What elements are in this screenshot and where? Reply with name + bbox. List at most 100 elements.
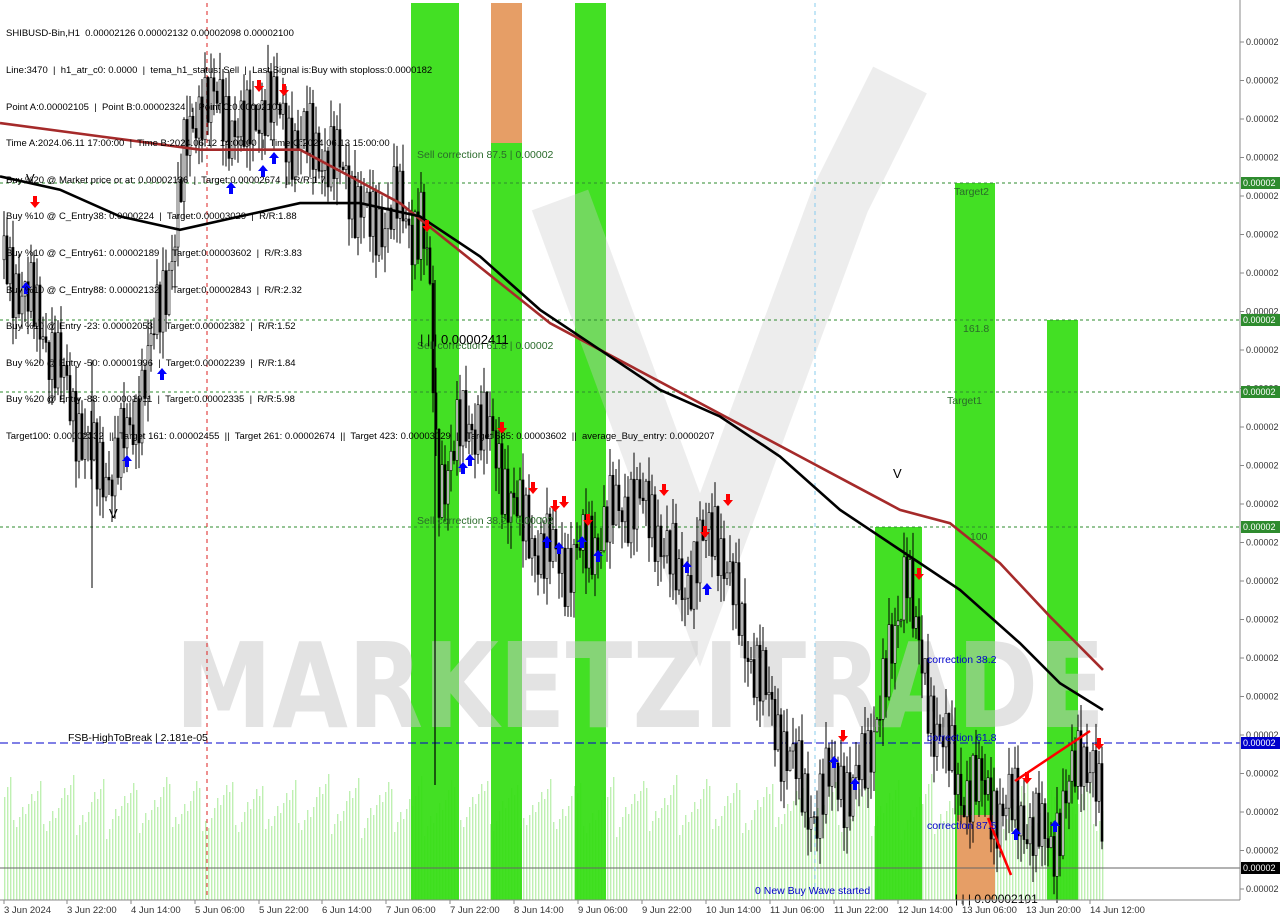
candle-body — [650, 494, 654, 539]
candle-body — [782, 731, 786, 782]
candle-body — [911, 559, 915, 629]
volume-bar — [265, 829, 267, 900]
volume-bar — [232, 782, 234, 900]
candle-body — [1067, 780, 1071, 804]
candle-body — [1007, 773, 1011, 809]
volume-bar — [370, 808, 372, 900]
volume-bar — [148, 820, 150, 900]
candle-body — [902, 556, 906, 621]
candle-body — [758, 644, 762, 702]
volume-bar — [733, 793, 735, 900]
candle-body — [722, 538, 726, 579]
candle-body — [533, 538, 537, 557]
volume-bar — [640, 791, 642, 900]
volume-bar — [475, 804, 477, 900]
candle-body — [884, 658, 888, 698]
volume-bar — [28, 804, 30, 900]
volume-bar — [292, 790, 294, 900]
volume-bar — [631, 804, 633, 900]
candle-body — [827, 747, 831, 787]
fib-1618-label: 161.8 — [963, 323, 989, 335]
volume-bar — [466, 817, 468, 900]
volume-bar — [772, 784, 774, 900]
fsb-label: FSB-HighToBreak | 2.181e-05 — [68, 732, 208, 744]
info-line: Buy %20 @ Entry -50: 0.00001996 | Target… — [6, 357, 296, 369]
candle-body — [875, 718, 879, 733]
volume-bar — [670, 795, 672, 900]
volume-bar — [469, 807, 471, 900]
volume-bar — [136, 790, 138, 900]
volume-bar — [271, 826, 273, 900]
candle-body — [104, 476, 108, 498]
candle-body — [1082, 746, 1086, 787]
volume-bar — [379, 795, 381, 900]
volume-bar — [247, 802, 249, 900]
volume-bar — [43, 824, 45, 900]
candle-body — [923, 658, 927, 674]
volume-bar — [571, 796, 573, 900]
candle-body — [710, 512, 714, 557]
volume-bar — [151, 810, 153, 900]
candle-body — [920, 639, 924, 674]
info-line: Buy %10 @ Entry -23: 0.00002053 | Target… — [6, 321, 296, 333]
price-tick-label: 0.00002 — [1246, 769, 1279, 779]
target2-label: Target2 — [954, 186, 989, 198]
volume-bar — [274, 816, 276, 900]
volume-bar — [745, 823, 747, 900]
volume-bar — [382, 802, 384, 900]
volume-bar — [64, 788, 66, 900]
candle-body — [1046, 838, 1050, 848]
volume-bar — [526, 825, 528, 900]
candle-body — [734, 562, 738, 606]
candle-body — [677, 558, 681, 591]
volume-bar — [373, 815, 375, 900]
price-tick-label: 0.00002 — [1246, 538, 1279, 548]
candle-body — [560, 547, 564, 574]
volume-bar — [67, 795, 69, 900]
correction-label: correction 61.8 — [927, 732, 997, 744]
volume-bar — [58, 808, 60, 900]
candle-body — [980, 758, 984, 781]
volume-bar — [709, 786, 711, 900]
candle-body — [932, 695, 936, 757]
volume-bar — [10, 777, 12, 900]
volume-bar — [463, 827, 465, 900]
volume-bar — [730, 803, 732, 900]
volume-bar — [703, 789, 705, 900]
volume-bar — [865, 786, 867, 900]
info-line: Buy %10 @ C_Entry61: 0.00002189 | Target… — [6, 247, 302, 259]
volume-bar — [388, 782, 390, 900]
volume-bar — [532, 805, 534, 900]
volume-bar — [283, 803, 285, 900]
candle-body — [1097, 763, 1101, 802]
volume-bar — [211, 818, 213, 900]
candle-body — [641, 497, 645, 501]
price-tick-label: 0.00002 — [1246, 114, 1279, 124]
volume-bar — [139, 833, 141, 900]
volume-bar — [694, 802, 696, 900]
candle-body — [890, 624, 894, 664]
candle-body — [872, 731, 876, 773]
volume-bar — [190, 801, 192, 900]
volume-bar — [829, 785, 831, 900]
volume-bar — [1096, 831, 1098, 900]
candle-body — [764, 650, 768, 696]
volume-bar — [85, 822, 87, 900]
volume-bar — [406, 809, 408, 900]
candle-body — [629, 478, 633, 544]
time-tick-label: 7 Jun 22:00 — [450, 905, 500, 916]
volume-bar — [157, 807, 159, 900]
volume-bar — [280, 813, 282, 900]
volume-bar — [361, 838, 363, 900]
volume-bar — [397, 822, 399, 900]
candle-body — [566, 547, 570, 607]
candle-body — [986, 777, 990, 795]
candle-body — [536, 555, 540, 575]
candle-body — [713, 506, 717, 557]
candle-body — [806, 773, 810, 830]
volume-bar — [1003, 829, 1005, 900]
candle-body — [740, 603, 744, 636]
target1-label: Target1 — [947, 395, 982, 407]
price-tag-label: 0.00002 — [1243, 522, 1276, 532]
volume-bar — [547, 789, 549, 900]
